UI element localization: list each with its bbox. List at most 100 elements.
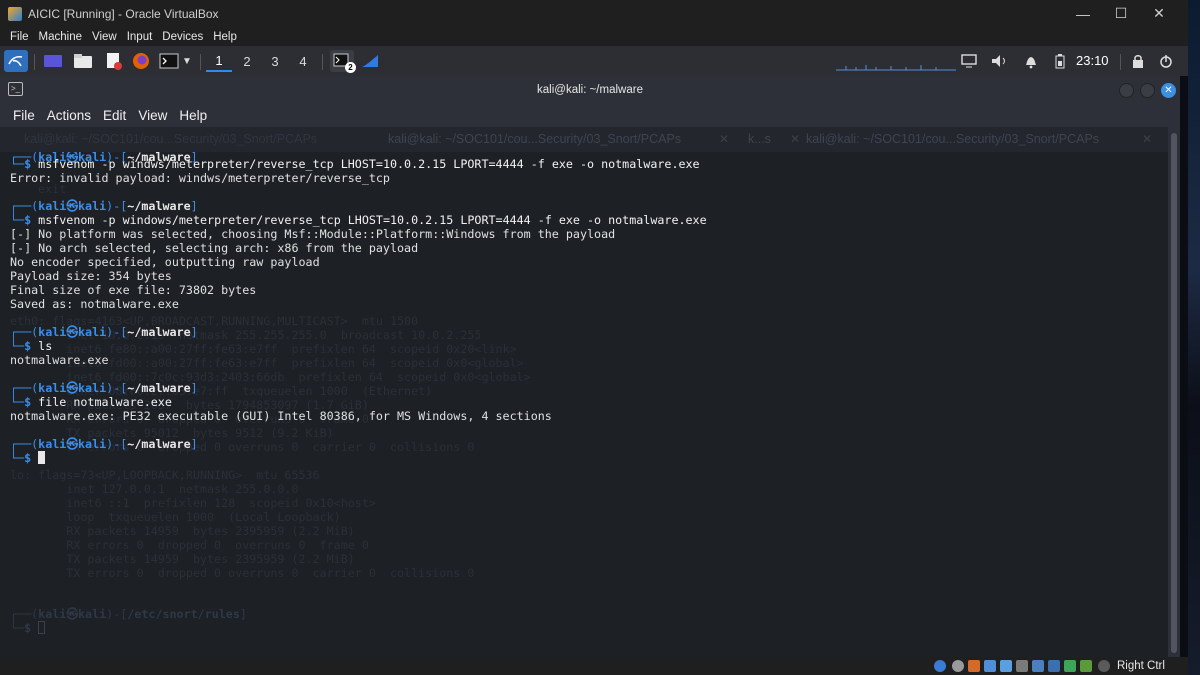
command-line: └─$ msfvenom -p windws/meterpreter/rever… [10, 157, 700, 171]
panel-separator [34, 54, 35, 70]
terminal-maximize-button[interactable] [1140, 83, 1155, 98]
prompt-line1: ┌──(kali㉿kali)-[~/malware] [10, 199, 198, 213]
command-line: └─$ file notmalware.exe [10, 395, 172, 409]
vbox-title-bar: AICIC [Running] - Oracle VirtualBox — ☐ … [0, 0, 1188, 27]
host-desktop-edge [1188, 0, 1200, 675]
kali-top-panel: ▼ 1 2 3 4 2 [0, 46, 1188, 76]
output-line: No encoder specified, outputting raw pay… [10, 255, 320, 269]
tab-label: kali@kali: ~/SOC101/cou...Security/03_Sn… [24, 132, 318, 146]
ghost-line: RX errors 0 dropped 0 overruns 0 frame 0 [10, 538, 369, 552]
notification-bell-icon[interactable] [1022, 50, 1040, 72]
vbox-menu-file[interactable]: File [0, 31, 34, 43]
vbox-menu-devices[interactable]: Devices [157, 31, 208, 43]
usb-icon[interactable] [1000, 660, 1012, 672]
shared-folders-icon[interactable] [1016, 660, 1028, 672]
terminal-menu-actions[interactable]: Actions [41, 108, 97, 123]
terminal-menu-bar: File Actions Edit View Help [0, 103, 1180, 127]
workspace-4[interactable]: 4 [290, 50, 316, 72]
command-line: └─$ msfvenom -p windows/meterpreter/reve… [10, 213, 707, 227]
guest-additions-icon[interactable] [1080, 660, 1092, 672]
wireshark-icon[interactable] [360, 50, 380, 72]
command-line: └─$ ls [10, 339, 53, 353]
terminal-count-badge: 2 [345, 62, 356, 73]
vbox-menu-machine[interactable]: Machine [34, 31, 87, 43]
host-key-label: Right Ctrl [1117, 660, 1165, 672]
tab-label: kali@kali: ~/SOC101/cou...Security/03_Sn… [388, 132, 682, 146]
panel-separator [200, 54, 201, 70]
lock-screen-icon[interactable] [1130, 50, 1146, 72]
workspace-3[interactable]: 3 [262, 50, 288, 72]
text-cursor [38, 451, 46, 464]
scrollbar-thumb[interactable] [1171, 133, 1177, 653]
terminal-menu-help[interactable]: Help [173, 108, 213, 123]
file-manager-icon[interactable] [72, 50, 94, 72]
kali-menu-icon[interactable] [4, 50, 28, 72]
close-icon[interactable]: ✕ [1140, 0, 1178, 27]
vbox-menu-bar: File Machine View Input Devices Help [0, 27, 1188, 46]
terminal-menu-file[interactable]: File [0, 108, 41, 123]
vbox-menu-view[interactable]: View [87, 31, 122, 43]
tab-close-icon[interactable]: ✕ [790, 127, 800, 152]
ghost-line: loop txqueuelen 1000 (Local Loopback) [10, 510, 341, 524]
network-icon[interactable] [984, 660, 996, 672]
terminal-close-button[interactable]: ✕ [1161, 83, 1176, 98]
maximize-icon[interactable]: ☐ [1102, 0, 1140, 27]
panel-clock[interactable]: 23:10 [1076, 46, 1109, 76]
ghost-line: lo: flags=73<UP,LOOPBACK,RUNNING> mtu 65… [10, 468, 320, 482]
output-line: Final size of exe file: 73802 bytes [10, 283, 257, 297]
text-editor-icon[interactable] [102, 50, 124, 72]
ghost-line: inet 127.0.0.1 netmask 255.0.0.0 [10, 482, 299, 496]
output-line: Error: invalid payload: windws/meterpret… [10, 171, 390, 185]
prompt-line1: ┌──(kali㉿kali)-[~/malware] [10, 437, 198, 451]
virtualbox-app-icon [8, 6, 22, 21]
hard-disk-icon[interactable] [934, 660, 946, 672]
logout-icon[interactable] [1158, 50, 1174, 72]
ghost-cursor [38, 621, 46, 634]
cpu-activity-icon[interactable] [1064, 660, 1076, 672]
panel-separator [1120, 54, 1121, 70]
vbox-status-bar [0, 657, 1188, 675]
tab-label: kali@kali: ~/SOC101/cou...Security/03_Sn… [806, 132, 1100, 146]
terminal-menu-view[interactable]: View [132, 108, 173, 123]
ghost-line: RX packets 14959 bytes 2395959 (2.2 MiB) [10, 524, 355, 538]
battery-icon[interactable] [1052, 50, 1068, 72]
terminal-tab[interactable]: kali@kali: ~/SOC101/cou...Security/03_Sn… [806, 127, 1156, 152]
firefox-icon[interactable] [130, 50, 152, 72]
terminal-tab[interactable]: kali@kali: ~/SOC101/cou...Security/03_Sn… [388, 127, 733, 152]
display-icon[interactable] [960, 50, 978, 72]
volume-icon[interactable] [990, 50, 1010, 72]
ghost-line: TX packets 14959 bytes 2395959 (2.2 MiB) [10, 552, 355, 566]
mouse-integration-icon[interactable] [1098, 660, 1110, 672]
minimize-icon[interactable]: — [1064, 0, 1102, 27]
vbox-menu-input[interactable]: Input [122, 31, 158, 43]
taskbar-terminal-window[interactable]: 2 [330, 50, 356, 73]
display-status-icon[interactable] [1032, 660, 1044, 672]
chevron-down-icon[interactable]: ▼ [180, 50, 194, 72]
audio-icon[interactable] [968, 660, 980, 672]
ghost-prompt-line1: ┌──(kali㉿kali)-[/etc/snort/rules] [10, 607, 247, 621]
terminal-scrollbar[interactable] [1168, 127, 1180, 657]
workspace-1[interactable]: 1 [206, 50, 232, 72]
terminal-minimize-button[interactable] [1119, 83, 1134, 98]
terminal-output[interactable]: exit eth0: flags=4163<UP,BROADCAST,RUNNI… [0, 152, 1168, 657]
prompt-line1: ┌──(kali㉿kali)-[~/malware] [10, 381, 198, 395]
terminal-tab[interactable]: kali@kali: ~/SOC101/cou...Security/03_Sn… [24, 127, 364, 152]
tab-close-icon[interactable]: ✕ [1142, 127, 1152, 152]
terminal-title-bar[interactable]: >_ kali@kali: ~/malware ✕ [0, 76, 1180, 103]
output-line: notmalware.exe [10, 353, 109, 367]
terminal-menu-edit[interactable]: Edit [97, 108, 132, 123]
vbox-menu-help[interactable]: Help [208, 31, 242, 43]
terminal-window-icon: >_ [8, 82, 23, 96]
optical-drive-icon[interactable] [952, 660, 964, 672]
show-desktop-icon[interactable] [42, 50, 64, 72]
tab-close-icon[interactable]: ✕ [719, 127, 729, 152]
tab-label: k...s [748, 132, 771, 146]
terminal-tab[interactable]: k...s ✕ [748, 127, 804, 152]
prompt-line1: ┌──(kali㉿kali)-[~/malware] [10, 325, 198, 339]
workspace-2[interactable]: 2 [234, 50, 260, 72]
ghost-prompt-line2: └─$ [10, 621, 46, 635]
terminal-launcher-icon[interactable] [158, 50, 180, 72]
vbox-window-title: AICIC [Running] - Oracle VirtualBox [28, 6, 219, 21]
active-command-line[interactable]: └─$ [10, 451, 46, 465]
recording-icon[interactable] [1048, 660, 1060, 672]
